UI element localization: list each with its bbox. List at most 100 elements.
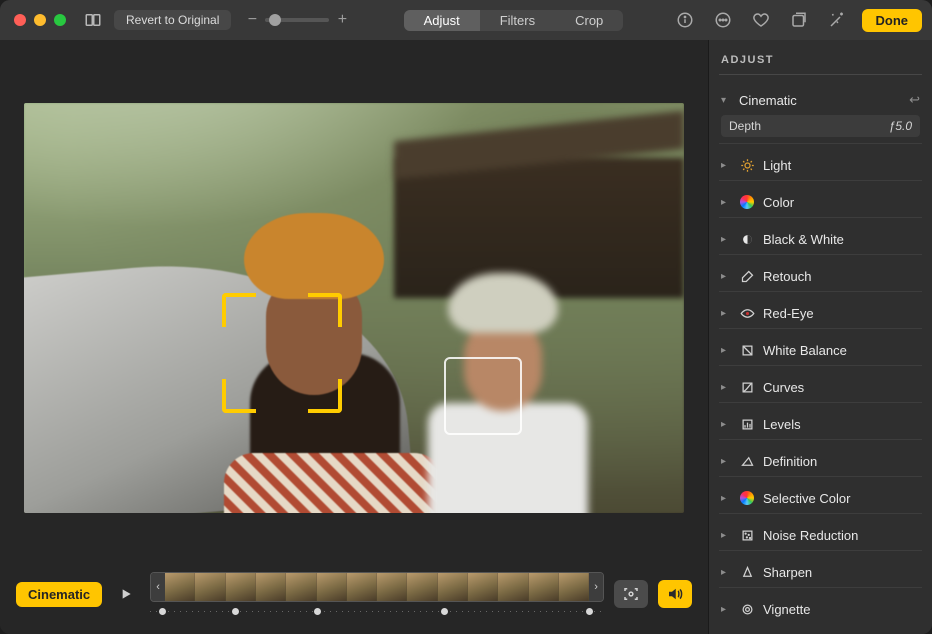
section-head-redeye[interactable]: ▸ Red-Eye bbox=[721, 302, 920, 324]
section-curves: ▸ Curves bbox=[719, 372, 922, 403]
section-cinematic: ▾ Cinematic ↩ Depth ƒ5.0 bbox=[719, 85, 922, 144]
compare-icon[interactable] bbox=[80, 7, 106, 33]
canvas-column: Cinematic ‹ › bbox=[0, 40, 708, 634]
more-icon[interactable] bbox=[710, 7, 736, 33]
light-icon bbox=[739, 157, 755, 173]
chevron-right-icon: ▸ bbox=[721, 604, 731, 615]
tab-adjust[interactable]: Adjust bbox=[404, 10, 480, 31]
photo-canvas bbox=[24, 103, 684, 513]
right-toolbar: Done bbox=[672, 7, 923, 33]
chevron-right-icon: ▸ bbox=[721, 345, 731, 356]
noise-icon bbox=[739, 527, 755, 543]
section-head-vignette[interactable]: ▸ Vignette bbox=[721, 598, 920, 620]
photos-edit-window: Revert to Original − + Adjust Filters Cr… bbox=[0, 0, 932, 634]
section-levels: ▸ Levels bbox=[719, 409, 922, 440]
chevron-right-icon: ▸ bbox=[721, 160, 731, 171]
section-head-curves[interactable]: ▸ Curves bbox=[721, 376, 920, 398]
auto-enhance-icon[interactable] bbox=[824, 7, 850, 33]
done-button[interactable]: Done bbox=[862, 9, 923, 32]
close-window-button[interactable] bbox=[14, 14, 26, 26]
section-retouch: ▸ Retouch bbox=[719, 261, 922, 292]
aspect-icon[interactable] bbox=[786, 7, 812, 33]
section-head-noise[interactable]: ▸ Noise Reduction bbox=[721, 524, 920, 546]
section-head-selective[interactable]: ▸ Selective Color bbox=[721, 487, 920, 509]
cinematic-badge[interactable]: Cinematic bbox=[16, 582, 102, 607]
chevron-right-icon: ▸ bbox=[721, 493, 731, 504]
tab-crop[interactable]: Crop bbox=[555, 10, 623, 31]
panel-title: ADJUST bbox=[719, 54, 922, 75]
chevron-right-icon: ▸ bbox=[721, 567, 731, 578]
chevron-right-icon: ▸ bbox=[721, 530, 731, 541]
depth-row[interactable]: Depth ƒ5.0 bbox=[721, 115, 920, 137]
section-redeye: ▸ Red-Eye bbox=[719, 298, 922, 329]
timeline[interactable]: ‹ › bbox=[150, 572, 604, 616]
favorite-icon[interactable] bbox=[748, 7, 774, 33]
section-head-definition[interactable]: ▸ Definition bbox=[721, 450, 920, 472]
definition-icon bbox=[739, 453, 755, 469]
retouch-icon bbox=[739, 268, 755, 284]
timeline-frames[interactable]: ‹ › bbox=[150, 572, 604, 602]
section-label: Cinematic bbox=[739, 93, 901, 108]
trim-end-handle[interactable]: › bbox=[589, 573, 603, 601]
section-head-retouch[interactable]: ▸ Retouch bbox=[721, 265, 920, 287]
revert-button[interactable]: Revert to Original bbox=[114, 10, 231, 30]
redeye-icon bbox=[739, 305, 755, 321]
levels-icon bbox=[739, 416, 755, 432]
section-selective: ▸ Selective Color bbox=[719, 483, 922, 514]
section-head-levels[interactable]: ▸ Levels bbox=[721, 413, 920, 435]
timeline-row: Cinematic ‹ › bbox=[0, 560, 708, 634]
chevron-right-icon: ▸ bbox=[721, 382, 731, 393]
sound-button[interactable] bbox=[658, 580, 692, 608]
curves-icon bbox=[739, 379, 755, 395]
bw-icon bbox=[739, 231, 755, 247]
fullscreen-window-button[interactable] bbox=[54, 14, 66, 26]
section-noise: ▸ Noise Reduction bbox=[719, 520, 922, 551]
vignette-icon bbox=[739, 601, 755, 617]
section-head-cinematic[interactable]: ▾ Cinematic ↩ bbox=[721, 89, 920, 111]
section-light: ▸ Light bbox=[719, 150, 922, 181]
secondary-focus-box[interactable] bbox=[444, 357, 522, 435]
chevron-right-icon: ▸ bbox=[721, 271, 731, 282]
revert-label: Revert to Original bbox=[126, 13, 219, 27]
reset-section-icon[interactable]: ↩ bbox=[909, 92, 920, 108]
section-bw: ▸ Black & White bbox=[719, 224, 922, 255]
chevron-down-icon: ▾ bbox=[721, 95, 731, 106]
section-vignette: ▸ Vignette bbox=[719, 594, 922, 624]
photo-viewer[interactable] bbox=[0, 40, 708, 560]
chevron-right-icon: ▸ bbox=[721, 234, 731, 245]
autofocus-button[interactable] bbox=[614, 580, 648, 608]
color-icon bbox=[739, 194, 755, 210]
adjust-panel: ADJUST ▾ Cinematic ↩ Depth ƒ5.0 ▸ bbox=[708, 40, 932, 634]
section-head-sharpen[interactable]: ▸ Sharpen bbox=[721, 561, 920, 583]
window-controls bbox=[14, 14, 66, 26]
chevron-right-icon: ▸ bbox=[721, 197, 731, 208]
zoom-track[interactable] bbox=[265, 18, 329, 22]
section-head-bw[interactable]: ▸ Black & White bbox=[721, 228, 920, 250]
zoom-slider[interactable]: − + bbox=[245, 11, 349, 29]
primary-focus-box[interactable] bbox=[222, 293, 342, 413]
zoom-out-icon[interactable]: − bbox=[245, 11, 259, 29]
edit-mode-tabs: Adjust Filters Crop bbox=[404, 10, 624, 31]
section-head-light[interactable]: ▸ Light bbox=[721, 154, 920, 176]
section-head-wb[interactable]: ▸ White Balance bbox=[721, 339, 920, 361]
zoom-thumb[interactable] bbox=[269, 14, 281, 26]
section-wb: ▸ White Balance bbox=[719, 335, 922, 366]
depth-label: Depth bbox=[729, 119, 761, 133]
zoom-in-icon[interactable]: + bbox=[335, 11, 349, 29]
chevron-right-icon: ▸ bbox=[721, 308, 731, 319]
timeline-ticks[interactable] bbox=[150, 608, 604, 616]
tab-filters[interactable]: Filters bbox=[480, 10, 555, 31]
titlebar: Revert to Original − + Adjust Filters Cr… bbox=[0, 0, 932, 40]
chevron-right-icon: ▸ bbox=[721, 456, 731, 467]
section-color: ▸ Color bbox=[719, 187, 922, 218]
play-button[interactable] bbox=[112, 580, 140, 608]
selective-color-icon bbox=[739, 490, 755, 506]
main-split: Cinematic ‹ › bbox=[0, 40, 932, 634]
section-sharpen: ▸ Sharpen bbox=[719, 557, 922, 588]
section-head-color[interactable]: ▸ Color bbox=[721, 191, 920, 213]
trim-start-handle[interactable]: ‹ bbox=[151, 573, 165, 601]
chevron-right-icon: ▸ bbox=[721, 419, 731, 430]
minimize-window-button[interactable] bbox=[34, 14, 46, 26]
sharpen-icon bbox=[739, 564, 755, 580]
info-icon[interactable] bbox=[672, 7, 698, 33]
